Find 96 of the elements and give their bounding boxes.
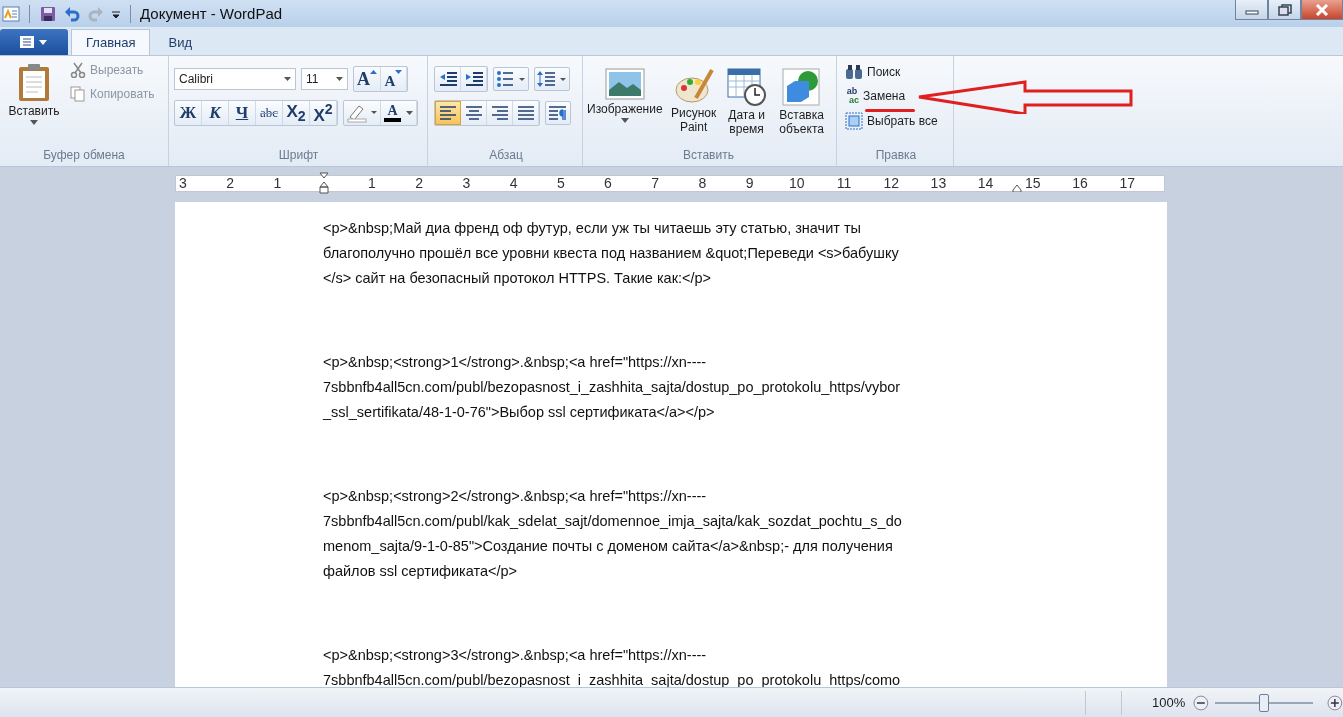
ruler-number: 16 [1072, 176, 1088, 191]
line-spacing-button[interactable] [534, 67, 570, 91]
ruler-number: 15 [1025, 176, 1041, 191]
landscape-picture-icon [604, 68, 645, 100]
minimize-button[interactable] [1235, 0, 1268, 20]
document-paragraph: <p>&nbsp;Май диа френд оф футур, если уж ты читаешь эту статью, значит ты благополучно прошёл все уровни квеста под названием &quot;Переведи <s>бабушку </s> сайт на безопасный протокол HTTPS. Такие как:</p> [323, 219, 900, 288]
grow-font-button[interactable]: A [354, 67, 381, 91]
highlight-color-button[interactable] [344, 101, 381, 125]
ruler-number: 6 [604, 176, 612, 191]
marker-icon [346, 103, 378, 123]
caret-icon [336, 77, 343, 81]
close-icon [1315, 3, 1329, 16]
font-color-button[interactable]: A [381, 101, 417, 125]
document-paragraph: <p>&nbsp;<strong>2</strong>.&nbsp;<a href="https://xn---- 7sbbnfb4all5cn.com/publ/kak_sdelat_sajt/domennoe_imja_sajta/kak_sozdat_pochtu_s_do menom_sajta/9-1-0-85">Создание почты с доменом сайта</a>&nbsp;- для получения файлов ssl сертификата</p> [323, 487, 903, 581]
save-icon[interactable] [39, 4, 57, 23]
group-label: Буфер обмена [42, 148, 126, 164]
shapes-icon [781, 68, 822, 106]
paste-button[interactable]: Вставить [4, 60, 64, 148]
zoom-slider-thumb[interactable] [1259, 693, 1270, 712]
group-label: Абзац [488, 148, 524, 164]
palette-icon [673, 68, 714, 104]
ruler-number: 3 [179, 176, 187, 191]
ruler-number: 3 [462, 176, 471, 191]
bullet-list-icon [496, 70, 526, 88]
right-indent-marker-icon[interactable] [1012, 184, 1022, 192]
menu-icon [19, 35, 49, 49]
align-right-icon [490, 105, 509, 121]
paragraph-icon [548, 105, 568, 121]
ruler-number: 14 [977, 176, 994, 191]
dropdown-caret-icon[interactable] [111, 8, 121, 19]
text-format-button[interactable]: Ч [229, 101, 256, 125]
ruler-number: 13 [930, 176, 947, 191]
caret-icon [30, 120, 38, 125]
select-all-icon [845, 112, 863, 130]
ruler-number: 1 [273, 176, 282, 191]
text-format-button[interactable]: К [202, 101, 229, 125]
ruler-number: 7 [651, 176, 660, 191]
annotation-underline [865, 109, 915, 112]
outdent-icon [437, 70, 458, 88]
calendar-clock-icon [726, 68, 767, 106]
ribbon-tab[interactable]: Вид [153, 29, 207, 55]
zoom-percentage: 100% [1151, 695, 1186, 710]
find-button[interactable]: Поиск [843, 62, 903, 82]
font-size-dropdown[interactable]: 11 [301, 68, 348, 90]
copy-icon [70, 86, 86, 102]
caret-icon [284, 77, 291, 81]
paragraph-settings-button[interactable] [545, 101, 571, 125]
font-family-dropdown[interactable]: Calibri [174, 68, 296, 90]
ruler-number: 10 [789, 176, 805, 191]
text-format-button[interactable]: Ж [175, 101, 202, 125]
select-all-button[interactable]: Выбрать все [843, 110, 940, 132]
indent-icon [463, 70, 484, 88]
document-paragraph: <p>&nbsp;<strong>1</strong>.&nbsp;<a href="https://xn---- 7sbbnfb4all5cn.com/publ/bezopasnost_i_zashhita_sajta/dostup_po_protokolu_https/vybor _ssl_sertifikata/48-1-0-76">Выбор ssl сертификата</a></p> [323, 353, 902, 422]
group-label: Шрифт [277, 148, 320, 164]
caret-icon [405, 111, 413, 115]
ruler-number: 11 [836, 176, 852, 191]
text-format-button[interactable]: X$^{2}$ [310, 101, 337, 125]
shrink-font-button[interactable]: A [381, 67, 407, 91]
ruler-number: 5 [556, 176, 565, 191]
ruler-number: 2 [226, 176, 235, 191]
ruler-number: 17 [1119, 176, 1135, 191]
binoculars-icon [845, 64, 863, 80]
list-button[interactable] [493, 67, 529, 91]
insert-picture-button[interactable]: Изображение [585, 66, 665, 148]
line-spacing-icon [537, 70, 567, 88]
maximize-button[interactable] [1268, 0, 1301, 20]
restore-icon [1277, 3, 1292, 16]
window-title: Документ - WordPad [140, 5, 283, 22]
text-format-button[interactable]: X$_{2}$ [283, 101, 310, 125]
ruler-number: 1 [368, 176, 376, 191]
insert-paint-button[interactable]: Рисунок Paint [666, 66, 721, 148]
insert-object-button[interactable]: Вставка объекта [772, 66, 831, 148]
ruler-number: 8 [698, 176, 707, 191]
wordpad-app-icon [2, 4, 20, 23]
ribbon-tab[interactable]: Главная [71, 29, 151, 55]
group-label: Правка [874, 148, 918, 164]
group-label: Вставить [682, 148, 735, 164]
ruler-number: 12 [883, 176, 899, 191]
align-left-icon [439, 105, 457, 121]
zoom-in-icon[interactable] [1327, 694, 1343, 711]
align-justify-icon [516, 105, 535, 121]
ruler-number: 4 [509, 176, 518, 191]
close-button[interactable] [1301, 0, 1343, 20]
indent-marker-icon[interactable] [319, 172, 329, 194]
scissors-icon [70, 62, 86, 78]
caret-icon [620, 118, 629, 123]
ruler-number: 9 [745, 176, 754, 191]
zoom-out-icon[interactable] [1193, 694, 1209, 711]
insert-datetime-button[interactable]: Дата и время [722, 66, 771, 148]
down-triangle-icon [395, 70, 403, 74]
align-left-button[interactable] [435, 101, 461, 125]
clipboard-icon [16, 62, 52, 102]
app-menu-button[interactable] [0, 29, 68, 55]
align-center-icon [464, 105, 483, 121]
up-triangle-icon [370, 70, 377, 74]
ruler-number: 2 [415, 176, 424, 191]
